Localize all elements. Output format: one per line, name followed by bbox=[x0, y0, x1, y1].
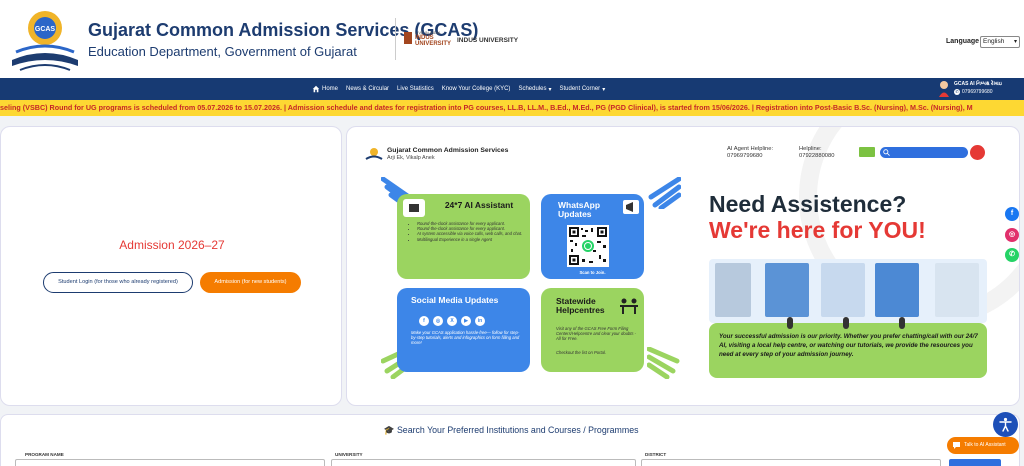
nav-news-circular[interactable]: News & Circular bbox=[346, 86, 389, 92]
nav-live-statistics[interactable]: Live Statistics bbox=[397, 86, 434, 92]
nav-know-your-college[interactable]: Know Your College (KYC) bbox=[442, 86, 511, 92]
instagram-float-icon[interactable]: ◎ bbox=[1005, 228, 1019, 242]
district-label: DISTRICT bbox=[645, 452, 667, 457]
institution-search-section: 🎓 Search Your Preferred Institutions and… bbox=[0, 414, 1020, 466]
university-label: UNIVERSITY bbox=[335, 452, 363, 457]
news-ticker[interactable]: seling (VSBC) Round for UG programs is s… bbox=[0, 100, 1024, 116]
facebook-float-icon[interactable]: f bbox=[1005, 207, 1019, 221]
photo-assistant bbox=[821, 263, 865, 317]
youtube-icon[interactable]: ▶ bbox=[461, 316, 471, 326]
gcas-mini-logo-icon bbox=[365, 148, 383, 160]
avatar bbox=[939, 81, 949, 97]
pin-decoration bbox=[899, 317, 905, 329]
ai-assistant-tile[interactable]: 24*7 AI Assistant Round-the-clock assist… bbox=[397, 194, 530, 279]
header-divider bbox=[395, 18, 396, 60]
talk-to-ai-button[interactable]: Talk to AI Assistant bbox=[947, 437, 1019, 454]
program-name-label: PROGRAM NAME bbox=[25, 452, 64, 457]
assistance-banner[interactable]: Gujarat Common Admission Services Arji E… bbox=[346, 126, 1020, 406]
headline-here-for-you: We're here for YOU! bbox=[709, 217, 926, 243]
instagram-icon[interactable]: ◎ bbox=[433, 316, 443, 326]
language-label: Language : bbox=[946, 38, 984, 45]
helpcentre-photos bbox=[709, 259, 987, 323]
district-select[interactable] bbox=[641, 459, 941, 466]
org-subtitle: Education Department, Government of Guja… bbox=[88, 44, 357, 59]
accessibility-button[interactable] bbox=[993, 412, 1018, 437]
banner-title: Gujarat Common Admission Services bbox=[387, 147, 509, 154]
megaphone-icon bbox=[623, 200, 639, 214]
banner-search-bar bbox=[880, 147, 968, 158]
ai-helpline: AI Agent Helpline: 07969799680 bbox=[727, 146, 774, 159]
accessibility-icon bbox=[999, 417, 1012, 432]
social-media-tile[interactable]: Social Media Updates f ◎ X ▶ in Make you… bbox=[397, 288, 530, 372]
facebook-icon[interactable]: f bbox=[419, 316, 429, 326]
photo-student-2 bbox=[935, 263, 979, 317]
search-section-title: 🎓 Search Your Preferred Institutions and… bbox=[383, 425, 639, 435]
graduation-cap-icon: 🎓 bbox=[383, 425, 395, 435]
photo-student bbox=[715, 263, 751, 317]
search-icon bbox=[883, 149, 890, 156]
phone-icon: ✆ bbox=[954, 89, 960, 95]
photo-banner bbox=[875, 263, 919, 317]
language-select[interactable]: English ▾ bbox=[980, 36, 1020, 48]
admission-title: Admission 2026–27 bbox=[119, 238, 225, 252]
search-button[interactable] bbox=[949, 459, 1001, 466]
chevron-down-icon: ▾ bbox=[548, 86, 552, 93]
admission-card: Admission 2026–27 Student Login (for tho… bbox=[0, 126, 342, 406]
banner-subtitle: Arji Ek, Vikalp Anek bbox=[387, 155, 435, 161]
chevron-down-icon: ▾ bbox=[1013, 39, 1017, 45]
program-name-select[interactable] bbox=[15, 459, 325, 466]
headline-need-assistance: Need Assistence? bbox=[709, 191, 907, 217]
home-icon bbox=[312, 85, 320, 93]
nav-home[interactable]: Home bbox=[312, 85, 338, 93]
nav-schedules[interactable]: Schedules ▾ bbox=[518, 86, 551, 93]
site-header: GCAS Gujarat Common Admission Services (… bbox=[0, 0, 1024, 78]
chat-bubble-icon bbox=[953, 442, 960, 449]
arrow-decoration-icon bbox=[648, 177, 681, 209]
whatsapp-tile[interactable]: WhatsApp Updates Scan to Join. bbox=[541, 194, 644, 279]
whatsapp-float-icon[interactable]: ✆ bbox=[1005, 248, 1019, 262]
student-login-button[interactable]: Student Login (for those who already reg… bbox=[43, 272, 193, 293]
university-select[interactable] bbox=[331, 459, 636, 466]
ai-agent-badge[interactable]: GCAS AI નિષ્પક્ષ રેખાઇ ✆ 07969799680 bbox=[938, 80, 1022, 98]
mic-icon bbox=[970, 145, 985, 160]
main-nav: Home News & Circular Live Statistics Kno… bbox=[0, 78, 1024, 100]
pin-decoration bbox=[843, 317, 849, 329]
whatsapp-qr-code[interactable] bbox=[567, 225, 609, 267]
x-icon[interactable]: X bbox=[447, 316, 457, 326]
helpcentres-tile[interactable]: Statewide Helpcentres Visit any of the G… bbox=[541, 288, 644, 372]
arrow-decoration-icon bbox=[647, 347, 680, 379]
new-admission-button[interactable]: Admission (for new students) bbox=[200, 272, 301, 293]
meeting-icon bbox=[620, 298, 638, 314]
photo-helpdesk bbox=[765, 263, 809, 317]
indus-university-logo[interactable]: LIVE IN INDIA INDUS UNIVERSITY bbox=[404, 30, 451, 52]
chat-icon[interactable] bbox=[859, 147, 875, 157]
assistance-message: Your successful admission is our priorit… bbox=[709, 323, 987, 378]
pin-decoration bbox=[787, 317, 793, 329]
chevron-down-icon: ▾ bbox=[602, 86, 606, 93]
svg-text:GCAS: GCAS bbox=[35, 26, 56, 33]
nav-student-corner[interactable]: Student Corner ▾ bbox=[559, 86, 605, 93]
gcas-logo-icon[interactable]: GCAS bbox=[6, 4, 84, 76]
helpline: Helpline: 07922880080 bbox=[799, 146, 835, 159]
linkedin-icon[interactable]: in bbox=[475, 316, 485, 326]
partner-name: INDUS UNIVERSITY bbox=[457, 37, 519, 44]
robot-icon bbox=[403, 199, 425, 217]
